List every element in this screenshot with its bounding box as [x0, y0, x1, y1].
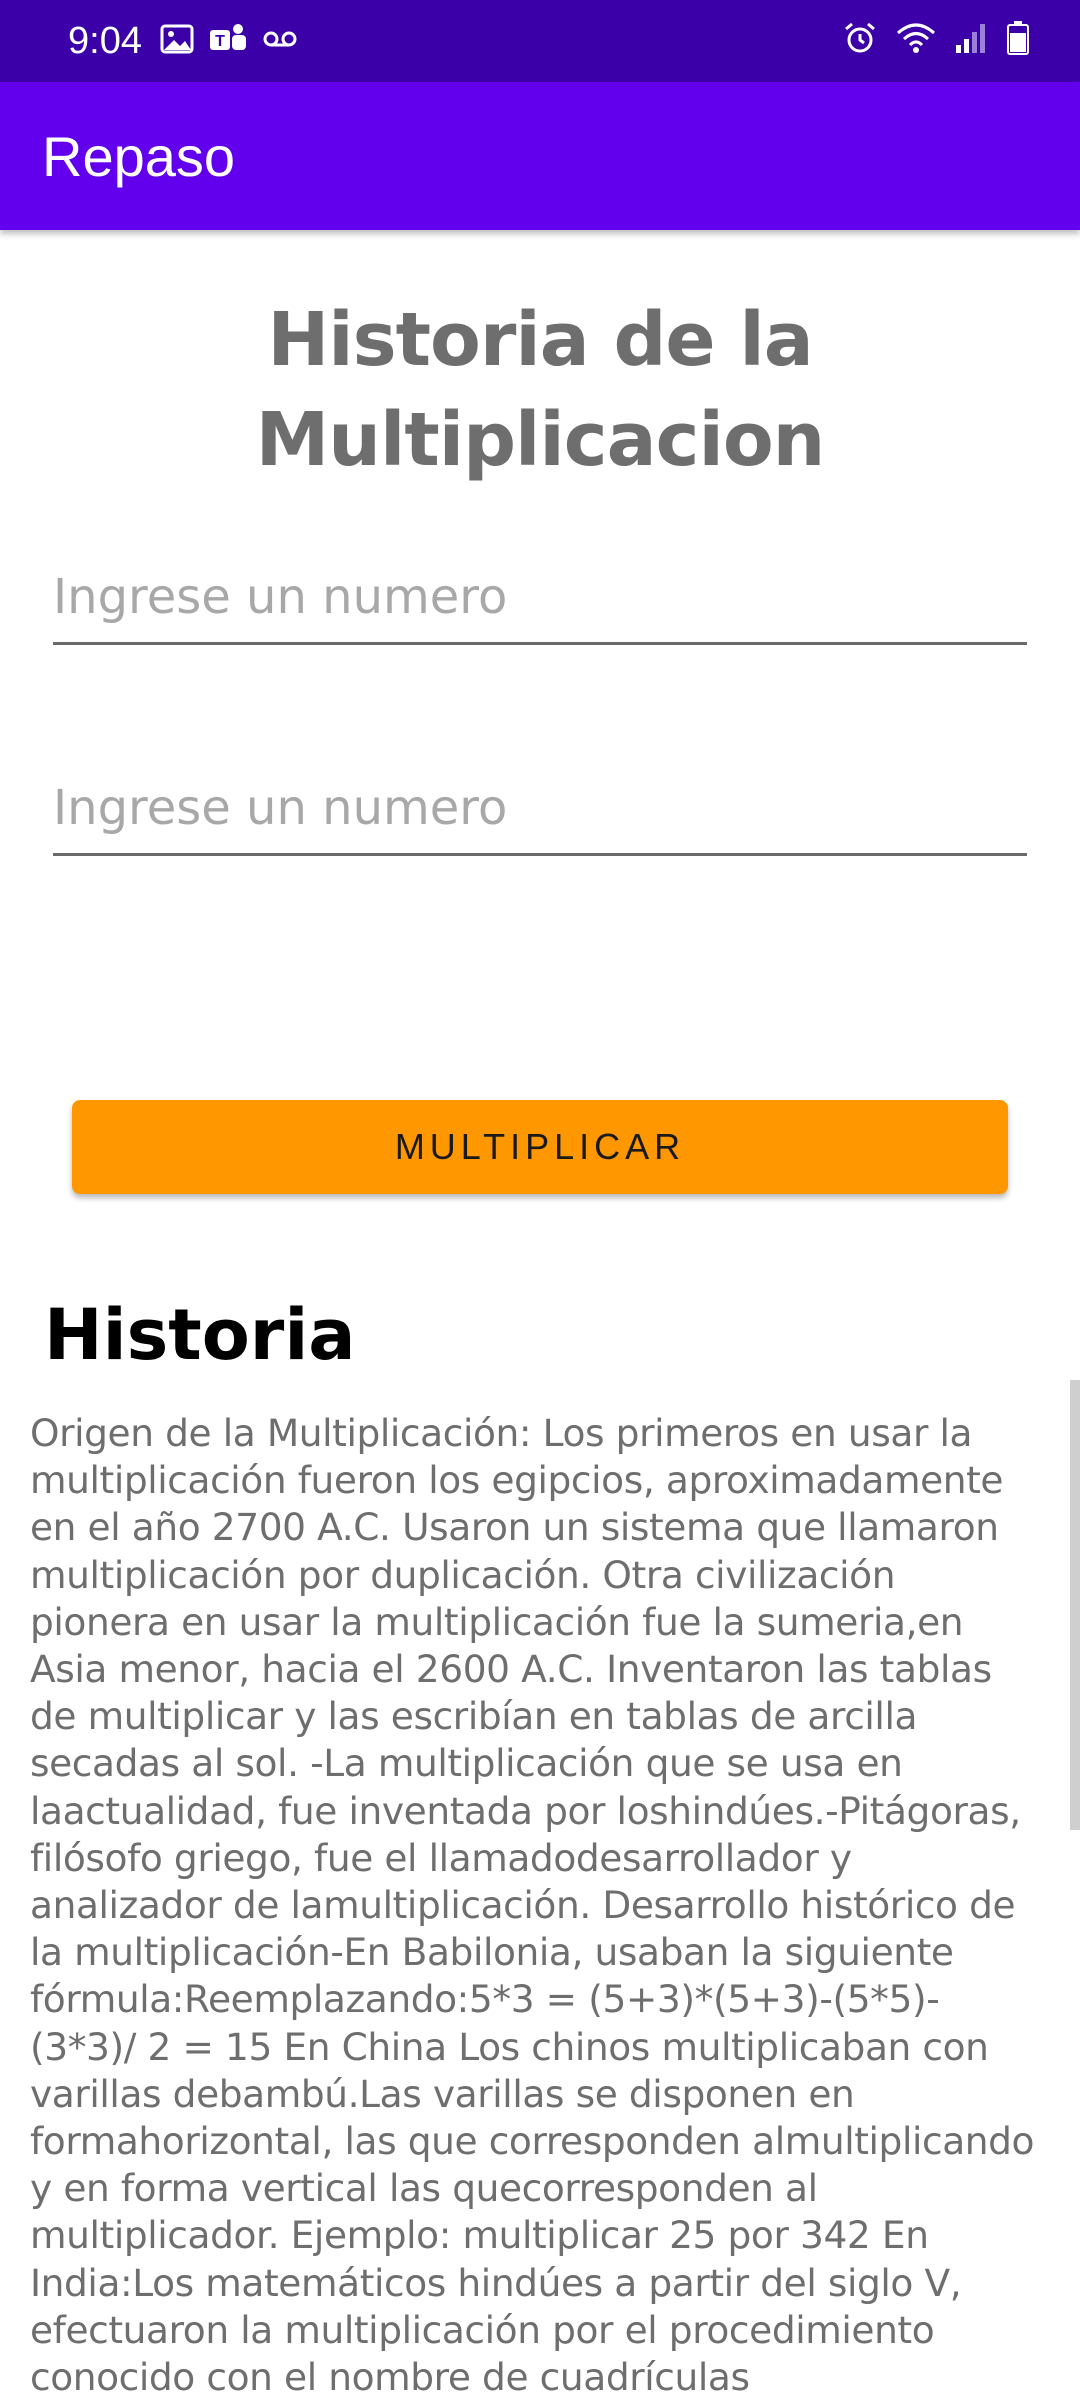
- number-field-2: [53, 753, 1027, 856]
- voicemail-icon: [262, 29, 298, 53]
- svg-text:T: T: [215, 33, 225, 50]
- status-time: 9:04: [68, 20, 142, 62]
- number-input-1[interactable]: [53, 562, 1027, 632]
- scrollbar[interactable]: [1070, 1380, 1080, 1830]
- teams-icon: T: [208, 22, 248, 60]
- status-icons-right: [842, 18, 1030, 62]
- alarm-icon: [842, 20, 878, 60]
- status-bar: 9:04 T: [0, 0, 1080, 82]
- number-input-2[interactable]: [53, 773, 1027, 843]
- multiplicar-button[interactable]: MULTIPLICAR: [72, 1100, 1008, 1194]
- status-icons-left: T: [160, 22, 298, 60]
- number-field-1: [53, 542, 1027, 645]
- wifi-icon: [896, 21, 936, 59]
- signal-icon: [954, 21, 988, 59]
- history-text: Origen de la Multiplicación: Los primero…: [30, 1411, 1035, 2400]
- history-section-title: Historia: [44, 1294, 356, 1376]
- app-bar: Repaso: [0, 82, 1080, 230]
- battery-icon: [1006, 20, 1030, 60]
- image-icon: [160, 24, 194, 58]
- app-title: Repaso: [42, 125, 236, 188]
- multiplicar-button-label: MULTIPLICAR: [394, 1126, 686, 1167]
- page-title: Historia de la Multiplicacion: [255, 297, 826, 483]
